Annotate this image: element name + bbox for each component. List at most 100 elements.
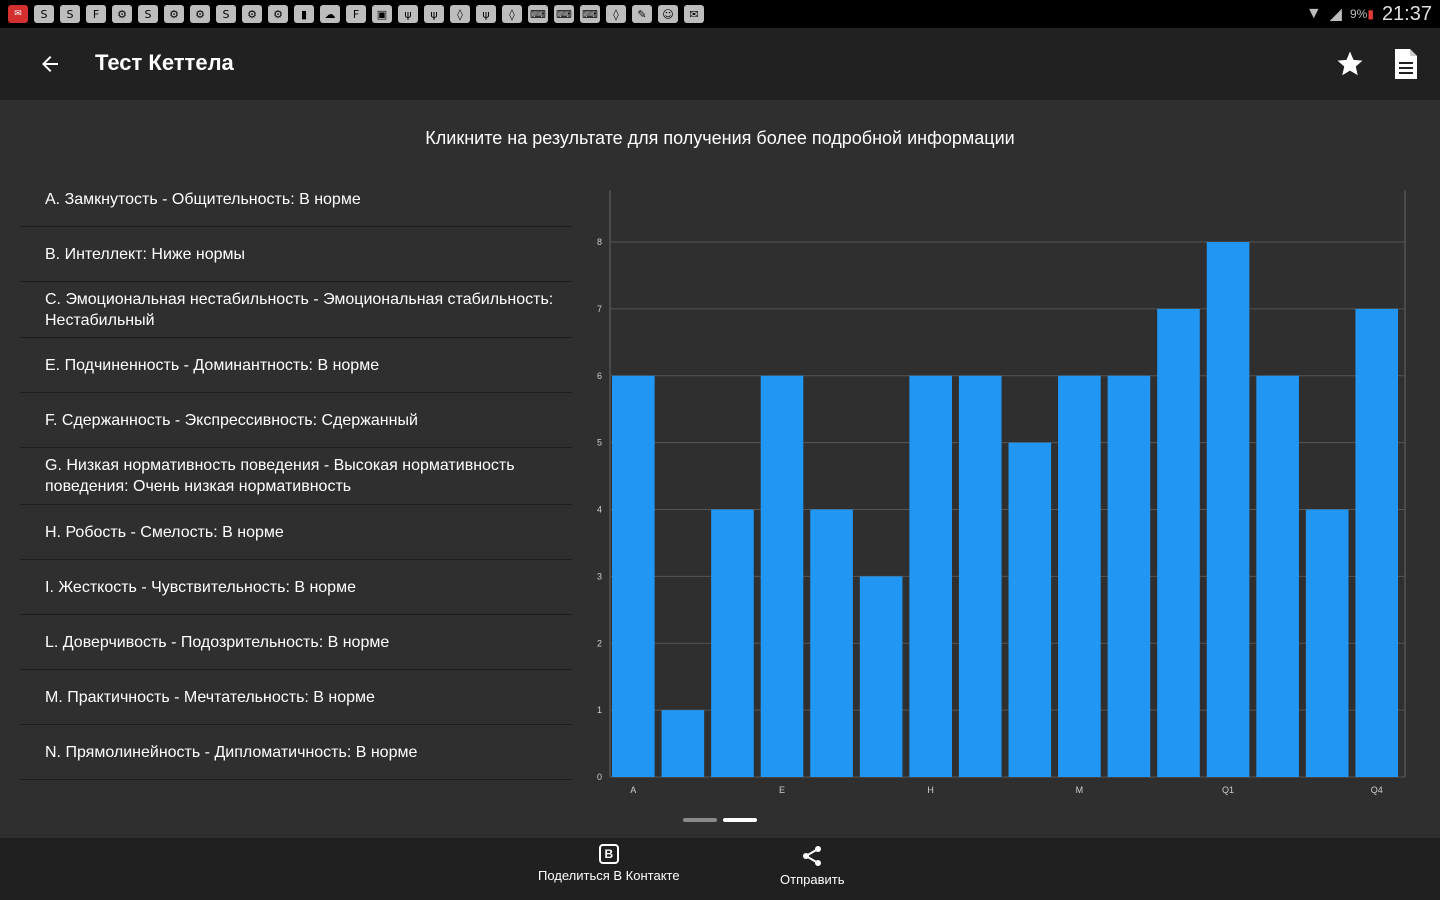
chart-bar[interactable] [1107,375,1151,777]
factor-list-item[interactable]: F. Сдержанность - Экспрессивность: Сдерж… [20,393,572,448]
shield-icon: ◊ [502,5,522,23]
keyboard-icon: ⌨ [580,5,600,23]
notification-icons: ✉ S S F ⚙ S ⚙ ⚙ S ⚙ ⚙ ▮ ☁ F ▣ ψ ψ ◊ ψ ◊ ⌨ ⌨ ⌨ ◊ ✎ ☺ ✉ [8,5,704,23]
signal-icon: ◢ [1329,6,1342,23]
chart-bar[interactable] [1256,375,1299,777]
factor-list-item[interactable]: C. Эмоциональная нестабильность - Эмоцио… [20,282,572,338]
keyboard-icon: ⌨ [554,5,574,23]
x-tick-label: H [927,785,934,795]
chart-bar[interactable] [859,576,903,777]
chart-bar[interactable] [1058,375,1101,777]
factor-list-item-text: B. Интеллект: Ниже нормы [45,245,246,263]
vk-icon: В [598,844,619,864]
factor-list-item[interactable]: G. Низкая нормативность поведения - Высо… [20,448,572,505]
factor-list-item[interactable]: E. Подчиненность - Доминантность: В норм… [20,338,572,393]
y-tick-label: 3 [597,571,602,581]
factor-list-item-text: A. Замкнутость - Общительность: В норме [45,190,361,208]
settings-icon: ⚙ [164,5,184,23]
app-toolbar: Тест Кеттела [0,28,1440,100]
vk-icon-letter: В [604,847,614,861]
usb-icon: ψ [476,5,496,23]
factor-list-item[interactable]: I. Жесткость - Чувствительность: В норме [20,560,572,615]
y-tick-label: 8 [597,237,602,247]
y-tick-label: 7 [597,304,602,314]
hint-text: Кликните на результате для получения бол… [425,128,1015,148]
document-icon [1395,49,1417,79]
cloud-icon: ☁ [320,5,340,23]
settings-icon: ⚙ [190,5,210,23]
chart-bar[interactable] [810,509,853,778]
favorite-button[interactable] [1330,44,1370,84]
x-tick-label: Q1 [1222,785,1234,795]
chart-bar[interactable] [1157,308,1200,777]
skype-icon: S [34,5,54,23]
x-tick-label: A [630,785,636,795]
usb-icon: ψ [424,5,444,23]
settings-icon: ⚙ [242,5,262,23]
factor-list-item[interactable]: N. Прямолинейность - Дипломатичность: В … [20,725,572,780]
page-dot[interactable] [683,818,717,822]
chart-svg: 0 1 2 3 4 5 6 7 8 A E H M Q1 Q4 [597,190,1406,795]
sd-card-icon: ▮ [294,5,314,23]
factor-list-item-text: F. Сдержанность - Экспрессивность: Сдерж… [45,411,418,429]
chart-bar[interactable] [1008,442,1052,777]
chart-bar[interactable] [760,375,804,777]
chart-bar[interactable] [612,375,655,777]
y-tick-label: 5 [597,438,602,448]
clock: 21:37 [1381,2,1432,25]
screen-icon: ▣ [372,5,392,23]
wifi-icon: ▼ [1305,5,1322,22]
factor-list-item-text: G. Низкая нормативность поведения - Высо… [45,457,515,495]
factor-list-item-text: C. Эмоциональная нестабильность - Эмоцио… [45,290,554,329]
arrow-left-icon [42,56,58,72]
y-tick-label: 6 [597,371,602,381]
x-tick-label: Q4 [1371,785,1383,795]
skype-icon: S [216,5,236,23]
chart-bar[interactable] [711,509,754,778]
x-tick-label: E [779,785,785,795]
share-icon [803,846,822,866]
chart-bar[interactable] [1355,308,1399,777]
status-indicators: ▼ ◢ 9%▮ 21:37 [1306,3,1432,26]
document-button[interactable] [1386,44,1426,84]
y-tick-label: 1 [597,705,602,715]
factor-list-item-text: L. Доверчивость - Подозрительность: В но… [45,633,390,651]
factor-list-item[interactable]: A. Замкнутость - Общительность: В норме [20,172,572,227]
page-dot[interactable] [723,818,757,822]
chart-bar[interactable] [909,375,952,777]
factor-list: A. Замкнутость - Общительность: В норме B… [20,172,572,780]
usb-icon: ψ [398,5,418,23]
battery-level: 9% [1349,7,1368,21]
shield-icon: ◊ [450,5,470,23]
skype-icon: S [138,5,158,23]
battery-icon: ▮ [1367,7,1374,21]
factor-list-item[interactable]: L. Доверчивость - Подозрительность: В но… [20,615,572,670]
shield-icon: ◊ [606,5,626,23]
back-button[interactable] [30,42,70,86]
factor-list-item[interactable]: H. Робость - Смелость: В норме [20,505,572,560]
star-icon [1337,51,1363,76]
keyboard-icon: ⌨ [528,5,548,23]
factor-bar-chart: 0 1 2 3 4 5 6 7 8 A E H M Q1 Q4 [585,185,1420,805]
share-vk-label: Поделиться В Контакте [538,868,680,883]
factor-list-item-text: H. Робость - Смелость: В норме [45,523,284,541]
chart-bar[interactable] [958,375,1002,777]
status-bar: ✉ S S F ⚙ S ⚙ ⚙ S ⚙ ⚙ ▮ ☁ F ▣ ψ ψ ◊ ψ ◊ ⌨ ⌨ ⌨ ◊ ✎ ☺ ✉ ▼ ◢ 9%▮ 21:3… [0,0,1440,28]
bottom-action-bar: В Поделиться В Контакте Отправить [0,838,1440,900]
factor-list-item[interactable]: B. Интеллект: Ниже нормы [20,227,572,282]
chart-bar[interactable] [661,710,705,777]
y-tick-label: 4 [597,505,602,515]
x-tick-label: M [1076,785,1084,795]
wrench-icon: ✎ [632,5,652,23]
battery-indicator: 9%▮ [1350,7,1374,21]
factor-list-item[interactable]: M. Практичность - Мечтательность: В норм… [20,670,572,725]
send-label: Отправить [780,872,845,887]
chart-bar[interactable] [1305,509,1349,778]
factor-list-item-text: N. Прямолинейность - Дипломатичность: В … [45,743,418,761]
page-indicator [683,818,757,822]
person-icon: ☺ [658,5,678,23]
send-button[interactable]: Отправить [780,844,844,887]
factor-list-item-text: M. Практичность - Мечтательность: В норм… [45,688,375,706]
chart-bar[interactable] [1206,242,1250,777]
share-vk-button[interactable]: В Поделиться В Контакте [538,844,680,883]
